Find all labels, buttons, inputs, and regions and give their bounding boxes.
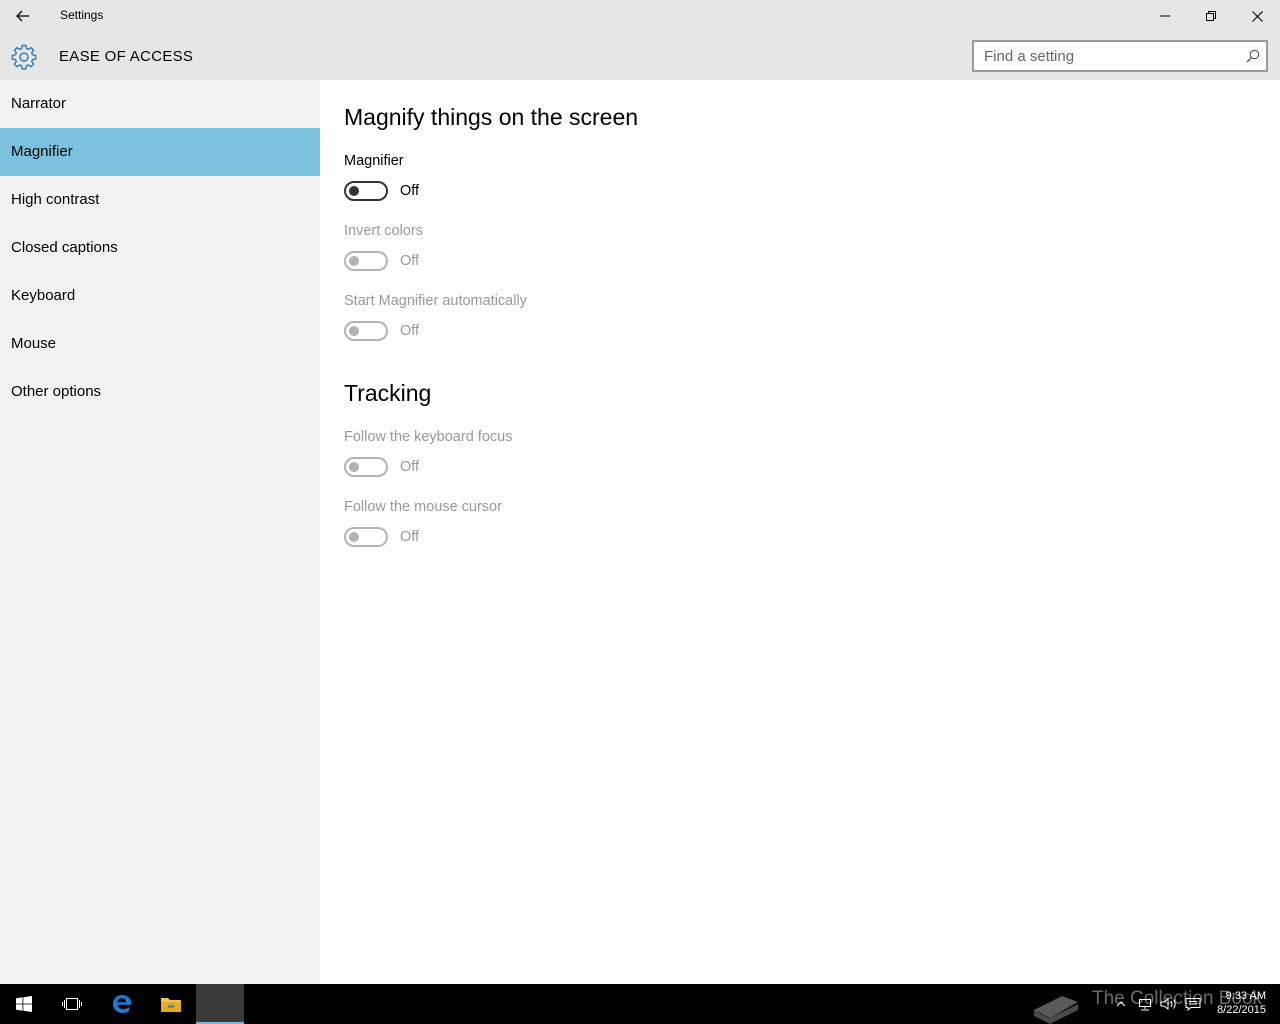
magnifier-state: Off (400, 183, 420, 199)
page-title: Magnify things on the screen (344, 104, 639, 130)
keyboard-focus-state: Off (400, 459, 420, 475)
invert-colors-label: Invert colors (344, 223, 423, 239)
close-button[interactable] (1234, 0, 1280, 32)
gear-icon (11, 44, 37, 70)
sidebar-item-closed-captions[interactable]: Closed captions (0, 224, 320, 272)
task-view-icon (62, 998, 82, 1010)
search-icon[interactable] (1246, 49, 1260, 63)
volume-tray-button[interactable] (1158, 984, 1180, 1024)
sidebar-item-magnifier[interactable]: Magnifier (0, 128, 320, 176)
edge-button[interactable] (98, 984, 146, 1024)
clock-date: 8/22/2015 (1217, 1004, 1266, 1016)
mouse-cursor-toggle[interactable] (344, 527, 388, 547)
keyboard-focus-label: Follow the keyboard focus (344, 429, 513, 445)
magnifier-toggle[interactable] (344, 181, 388, 201)
taskbar: The Collection Book 9:33 AM 8/22/2015 (0, 984, 1280, 1024)
file-explorer-button[interactable] (147, 984, 195, 1024)
section-title: EASE OF ACCESS (59, 48, 194, 65)
sidebar: Narrator Magnifier High contrast Closed … (0, 80, 320, 984)
restore-button[interactable] (1188, 0, 1234, 32)
start-magnifier-toggle[interactable] (344, 321, 388, 341)
start-magnifier-label: Start Magnifier automatically (344, 293, 527, 309)
toggle-knob (349, 532, 359, 542)
window-title: Settings (60, 8, 104, 22)
main-content: Magnify things on the screen Magnifier O… (320, 80, 1280, 984)
chevron-up-icon (1116, 1001, 1126, 1007)
sidebar-item-high-contrast[interactable]: High contrast (0, 176, 320, 224)
clock[interactable]: 9:33 AM 8/22/2015 (1217, 989, 1266, 1017)
show-hidden-icons-button[interactable] (1112, 984, 1130, 1024)
invert-colors-toggle[interactable] (344, 251, 388, 271)
edge-icon (113, 995, 132, 1013)
start-magnifier-state: Off (400, 323, 420, 339)
minimize-button[interactable] (1142, 0, 1188, 32)
sidebar-item-mouse[interactable]: Mouse (0, 320, 320, 368)
search-input[interactable] (974, 42, 1234, 70)
mouse-cursor-label: Follow the mouse cursor (344, 499, 502, 515)
sidebar-item-keyboard[interactable]: Keyboard (0, 272, 320, 320)
settings-taskbar-button[interactable] (196, 984, 244, 1024)
back-arrow-icon (16, 10, 29, 22)
keyboard-focus-toggle[interactable] (344, 457, 388, 477)
start-button[interactable] (0, 984, 48, 1024)
folder-icon (161, 998, 181, 1012)
minimize-icon (1160, 15, 1170, 17)
toggle-knob (349, 462, 359, 472)
toggle-knob (349, 186, 359, 196)
book-logo-icon (1034, 996, 1078, 1024)
sidebar-item-other-options[interactable]: Other options (0, 368, 320, 416)
mouse-cursor-state: Off (400, 529, 420, 545)
windows-logo-icon (16, 996, 32, 1012)
task-view-button[interactable] (48, 984, 96, 1024)
close-icon (1251, 10, 1263, 22)
magnifier-label: Magnifier (344, 153, 404, 169)
title-bar: Settings (0, 0, 1280, 32)
search-box[interactable] (972, 40, 1268, 72)
notification-icon (1185, 998, 1201, 1011)
action-center-button[interactable] (1182, 984, 1204, 1024)
network-icon (1139, 999, 1151, 1011)
restore-icon (1206, 11, 1216, 21)
clock-time: 9:33 AM (1225, 990, 1266, 1002)
speaker-icon (1160, 998, 1176, 1010)
network-tray-button[interactable] (1134, 984, 1156, 1024)
sidebar-item-narrator[interactable]: Narrator (0, 80, 320, 128)
toggle-knob (349, 256, 359, 266)
settings-header: EASE OF ACCESS (0, 32, 1280, 80)
toggle-knob (349, 326, 359, 336)
tracking-heading: Tracking (344, 380, 432, 406)
back-button[interactable] (0, 0, 46, 32)
invert-colors-state: Off (400, 253, 420, 269)
